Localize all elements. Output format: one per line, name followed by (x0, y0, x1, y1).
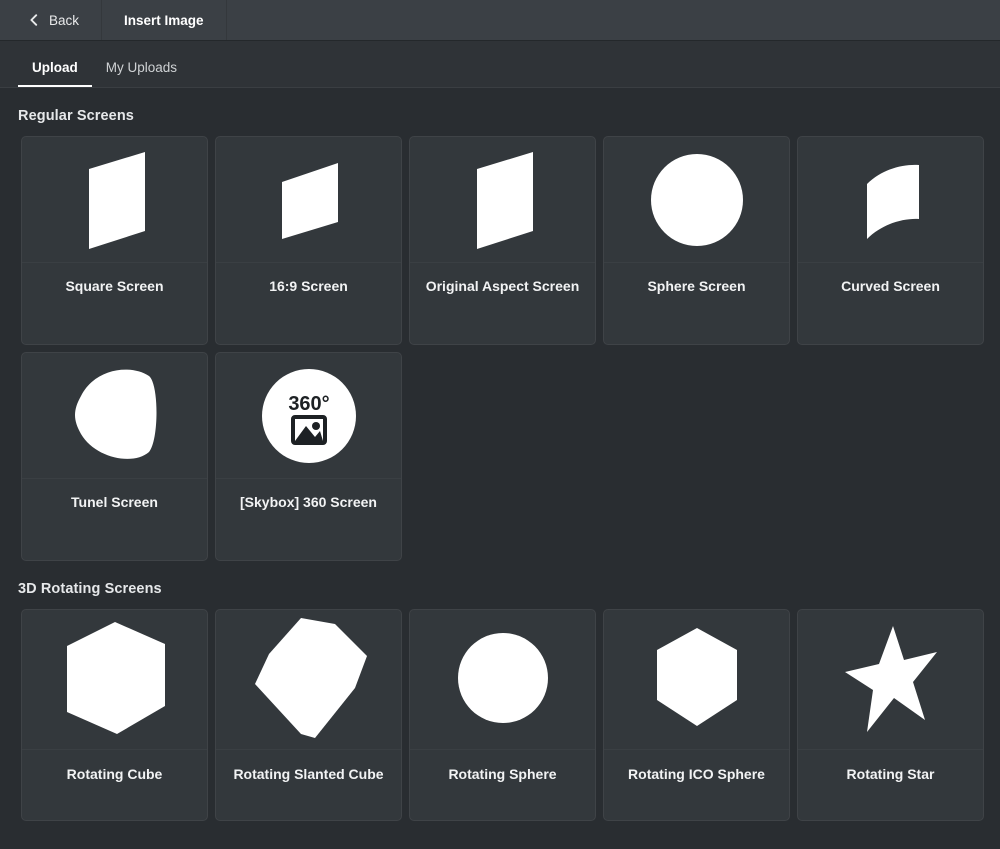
tunnel-screen-icon (22, 353, 207, 479)
perspective-original-screen-icon (410, 137, 595, 263)
card-rotating-star[interactable]: Rotating Star (797, 609, 984, 821)
tab-bar: Upload My Uploads (0, 41, 1000, 88)
card-curved-screen[interactable]: Curved Screen (797, 136, 984, 345)
curved-screen-icon (798, 137, 983, 263)
card-label: Tunel Screen (71, 494, 158, 510)
perspective-square-screen-icon (22, 137, 207, 263)
card-square-screen[interactable]: Square Screen (21, 136, 208, 345)
svg-text:360°: 360° (288, 393, 329, 415)
regular-screens-grid: Square Screen 16:9 Screen Original Aspec… (0, 136, 1000, 561)
star-icon (798, 610, 983, 750)
tab-my-uploads-label: My Uploads (105, 59, 178, 75)
card-label: Rotating Slanted Cube (233, 766, 384, 782)
card-rotating-sphere[interactable]: Rotating Sphere (409, 609, 596, 821)
page-title: Insert Image (102, 0, 227, 40)
card-skybox-360-screen[interactable]: 360° [Skybox] 360 Screen (215, 352, 402, 561)
tab-upload-label: Upload (32, 59, 78, 75)
section-title-rotating-screens: 3D Rotating Screens (18, 581, 162, 597)
perspective-wide-screen-icon (216, 137, 401, 263)
card-rotating-ico-sphere[interactable]: Rotating ICO Sphere (603, 609, 790, 821)
card-label: Square Screen (65, 278, 164, 294)
card-label: Rotating Star (846, 766, 935, 782)
card-label: [Skybox] 360 Screen (240, 494, 377, 510)
card-rotating-cube[interactable]: Rotating Cube (21, 609, 208, 821)
cube-icon (22, 610, 207, 750)
section-title-regular-screens: Regular Screens (18, 108, 134, 124)
slanted-cube-icon (216, 610, 401, 750)
card-label: Rotating Sphere (448, 766, 557, 782)
chevron-left-icon (28, 14, 40, 26)
card-sphere-screen[interactable]: Sphere Screen (603, 136, 790, 345)
tab-upload[interactable]: Upload (18, 59, 92, 88)
skybox-360-icon: 360° (216, 353, 401, 479)
circle-sphere-icon (604, 137, 789, 263)
card-label: Original Aspect Screen (425, 278, 580, 294)
card-label: Sphere Screen (647, 278, 746, 294)
card-label: 16:9 Screen (269, 278, 348, 294)
tab-my-uploads[interactable]: My Uploads (92, 59, 191, 88)
content-area: Regular Screens Square Screen 16:9 Scree… (0, 88, 1000, 849)
ico-sphere-icon (604, 610, 789, 750)
card-16-9-screen[interactable]: 16:9 Screen (215, 136, 402, 345)
rotating-screens-grid: Rotating Cube Rotating Slanted Cube Rota… (0, 609, 1000, 821)
back-button[interactable]: Back (0, 0, 103, 40)
titlebar: Back Insert Image (0, 0, 1000, 41)
card-label: Rotating Cube (66, 766, 163, 782)
card-original-aspect-screen[interactable]: Original Aspect Screen (409, 136, 596, 345)
card-tunel-screen[interactable]: Tunel Screen (21, 352, 208, 561)
card-label: Curved Screen (841, 278, 940, 294)
back-label: Back (49, 12, 80, 28)
card-label: Rotating ICO Sphere (628, 766, 765, 782)
card-rotating-slanted-cube[interactable]: Rotating Slanted Cube (215, 609, 402, 821)
sphere-icon (410, 610, 595, 750)
